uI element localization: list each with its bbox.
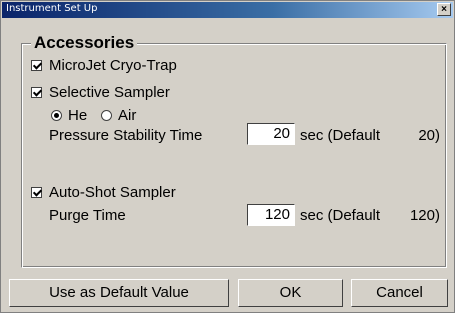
close-icon: × <box>441 4 447 15</box>
selective-sampler-label: Selective Sampler <box>49 84 170 101</box>
microjet-checkbox-row[interactable]: MicroJet Cryo-Trap <box>31 57 177 74</box>
pressure-stability-label: Pressure Stability Time <box>49 127 203 144</box>
autoshot-checkbox[interactable] <box>31 186 42 198</box>
close-button[interactable]: × <box>437 3 451 16</box>
purge-time-input[interactable]: 120 <box>247 204 295 226</box>
selective-sampler-checkbox-row[interactable]: Selective Sampler <box>31 84 170 101</box>
title-bar[interactable]: Instrument Set Up × <box>2 2 453 18</box>
window-title: Instrument Set Up <box>6 3 98 14</box>
microjet-label: MicroJet Cryo-Trap <box>49 57 177 74</box>
autoshot-checkbox-row[interactable]: Auto-Shot Sampler <box>31 184 176 201</box>
purge-time-label: Purge Time <box>49 207 126 224</box>
gas-he-radio-row[interactable]: He <box>51 107 87 124</box>
cancel-button[interactable]: Cancel <box>351 279 448 307</box>
autoshot-label: Auto-Shot Sampler <box>49 184 176 201</box>
ok-button[interactable]: OK <box>238 279 343 307</box>
accessories-group <box>21 43 447 268</box>
pressure-default-value: 20) <box>418 127 440 144</box>
gas-air-label: Air <box>118 107 137 124</box>
pressure-unit-label: sec (Default <box>300 127 381 144</box>
instrument-setup-dialog: Instrument Set Up × Accessories MicroJet… <box>0 0 455 313</box>
selective-sampler-checkbox[interactable] <box>31 86 42 98</box>
pressure-stability-input[interactable]: 20 <box>247 123 295 145</box>
microjet-checkbox[interactable] <box>31 59 42 71</box>
gas-he-radio[interactable] <box>51 109 62 121</box>
gas-he-label: He <box>68 107 88 124</box>
purge-default-value: 120) <box>409 207 440 224</box>
use-as-default-button[interactable]: Use as Default Value <box>9 279 229 307</box>
gas-air-radio-row[interactable]: Air <box>101 107 136 124</box>
gas-air-radio[interactable] <box>101 109 112 121</box>
accessories-group-title: Accessories <box>31 33 138 52</box>
purge-unit-label: sec (Default <box>300 207 381 224</box>
